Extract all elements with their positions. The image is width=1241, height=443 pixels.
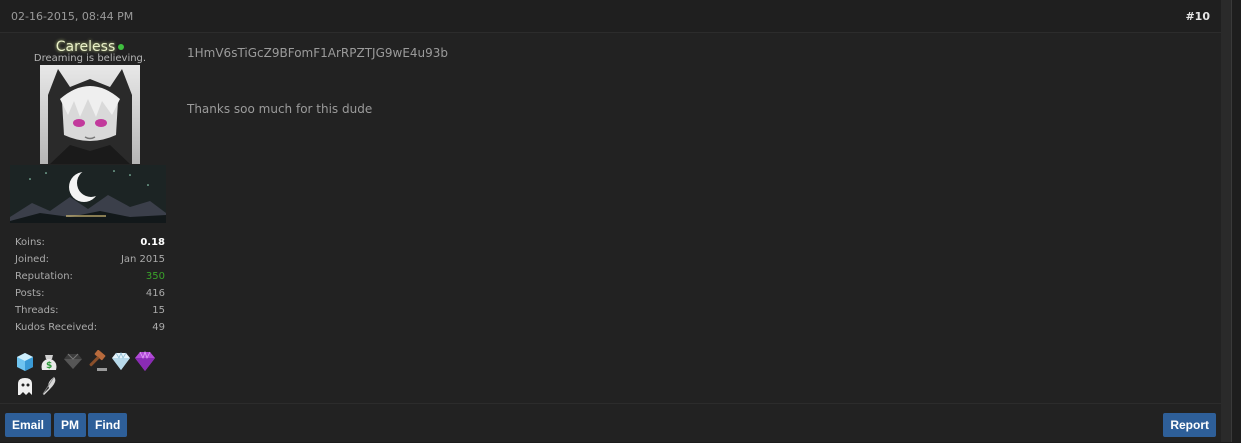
money-bag-icon[interactable]: $ [38,350,60,372]
message-line: 1HmV6sTiGcZ9BFomF1ArRPZTJG9wE4u93b [187,46,449,60]
stat-label: Joined: [15,254,50,265]
stat-joined: Joined: Jan 2015 [15,254,165,271]
author-panel: Careless Dreaming is believing. Koins: 0… [0,33,176,403]
feather-icon[interactable] [38,375,60,397]
stat-value: Jan 2015 [120,254,165,265]
message-line: Thanks soo much for this dude [187,102,373,116]
white-diamond-icon[interactable] [110,350,132,372]
stat-reputation: Reputation: 350 [15,271,165,288]
award-row-gap [14,372,164,375]
stat-value: 0.18 [140,237,165,248]
dark-gem-icon[interactable] [62,350,84,372]
stat-label: Reputation: [15,271,73,282]
stat-posts: Posts: 416 [15,288,165,305]
signature-banner-image [10,165,166,223]
post-date: 02-16-2015, 08:44 PM [11,10,134,23]
scrollbar[interactable] [1231,0,1241,442]
stat-label: Kudos Received: [15,322,98,333]
user-stats: Koins: 0.18 Joined: Jan 2015 Reputation:… [15,237,165,339]
email-button[interactable]: Email [5,413,52,437]
online-status-icon [118,43,125,50]
stat-value: 416 [145,288,165,299]
stat-threads: Threads: 15 [15,305,165,322]
award-badges: $ [14,350,164,397]
reputation-link[interactable]: 350 [146,271,165,282]
post-header: 02-16-2015, 08:44 PM #10 [0,0,1221,33]
find-button[interactable]: Find [88,413,128,437]
stat-kudos: Kudos Received: 49 [15,322,165,339]
post-message: 1HmV6sTiGcZ9BFomF1ArRPZTJG9wE4u93b Thank… [187,46,448,120]
report-button[interactable]: Report [1163,413,1216,437]
user-title: Dreaming is believing. [33,53,147,64]
pm-button[interactable]: PM [54,413,86,437]
stat-label: Threads: [15,305,59,316]
svg-text:$: $ [46,361,52,371]
purple-diamond-icon[interactable] [134,350,156,372]
stat-label: Posts: [15,288,45,299]
stat-label: Koins: [15,237,45,248]
stat-koins: Koins: 0.18 [15,237,165,254]
ghost-icon[interactable] [14,375,36,397]
avatar[interactable] [40,65,140,164]
post-number-link[interactable]: #10 [1185,10,1210,23]
page-gutter [1221,0,1231,442]
stat-value: 15 [152,305,165,316]
post-footer: Email PM Find Report [0,403,1221,443]
gavel-icon[interactable] [86,350,108,372]
stat-value: 49 [152,322,165,333]
ice-cube-icon[interactable] [14,350,36,372]
forum-post: 02-16-2015, 08:44 PM #10 Careless Dreami… [0,0,1221,442]
